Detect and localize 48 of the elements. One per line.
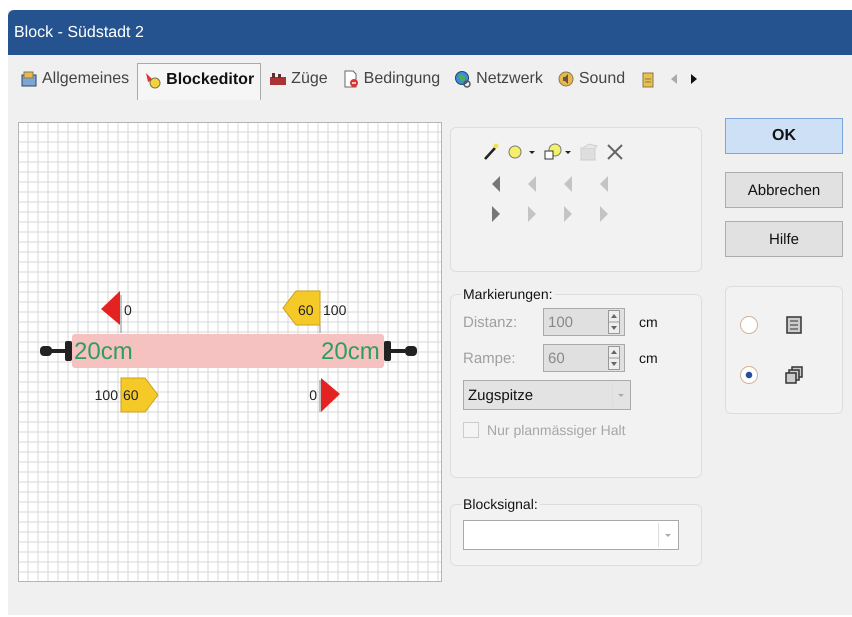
ramp-marker[interactable]: 60 — [120, 378, 159, 412]
globe-icon — [454, 70, 472, 88]
radio-button[interactable] — [740, 366, 758, 384]
distance-label: 20cm — [321, 338, 380, 365]
stop-marker[interactable] — [321, 378, 340, 412]
shapes-icon[interactable] — [543, 142, 573, 162]
radio-button[interactable] — [740, 316, 758, 334]
distance-value: 0 — [309, 387, 317, 403]
tab[interactable]: Sound — [550, 63, 632, 99]
tab[interactable]: Bedingung — [336, 63, 446, 99]
wand-icon[interactable] — [481, 142, 501, 162]
stack-icon — [784, 365, 804, 385]
list-icon — [784, 315, 804, 335]
checkbox-label: Nur planmässiger Halt — [487, 422, 626, 438]
scroll-right-icon[interactable] — [689, 73, 700, 85]
distance-value: 0 — [124, 302, 132, 318]
group-title: Markierungen: — [462, 286, 554, 302]
unit-label: cm — [639, 314, 658, 330]
field-label: Distanz: — [463, 314, 518, 330]
stop-marker[interactable] — [101, 291, 120, 325]
track-block[interactable] — [72, 334, 384, 368]
group-title: Blocksignal: — [462, 496, 539, 512]
tab[interactable]: Blockeditor — [137, 63, 262, 100]
dialog-button[interactable]: Hilfe — [725, 221, 843, 257]
tab[interactable]: Netzwerk — [448, 63, 549, 99]
distance-value: 100 — [323, 302, 346, 318]
distance-label: 20cm — [74, 338, 133, 365]
window-title: Block - Südstadt 2 — [14, 24, 144, 42]
tab[interactable]: Züge — [263, 63, 334, 99]
speaker-icon — [556, 70, 575, 88]
coupler-icon — [384, 341, 417, 361]
ramp-marker[interactable]: 60 — [282, 290, 320, 326]
dialog-button[interactable]: Abbrechen — [725, 172, 843, 208]
delete-icon[interactable] — [605, 142, 625, 162]
flag-icon — [144, 71, 162, 89]
dropdown[interactable]: Zugspitze — [463, 380, 631, 410]
tab[interactable]: Allgemeines — [14, 63, 136, 99]
dropdown[interactable] — [463, 520, 679, 550]
dialog-button[interactable]: OK — [725, 118, 843, 154]
distance-value: 100 — [94, 387, 118, 403]
window-icon — [20, 70, 38, 88]
right-arrow-icon[interactable] — [489, 204, 503, 224]
train-icon — [269, 70, 288, 88]
field-label: Rampe: — [463, 350, 517, 366]
unit-label: cm — [639, 350, 658, 366]
coupler-icon — [40, 341, 72, 361]
document-icon — [342, 70, 360, 88]
scroll-left-icon[interactable] — [669, 73, 680, 85]
